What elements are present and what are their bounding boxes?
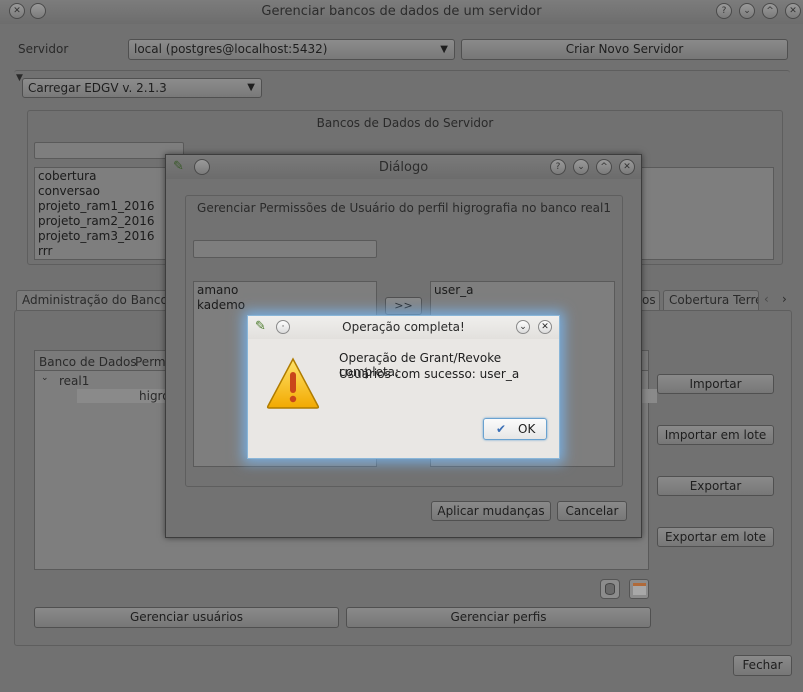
messagebox-title: Operação completa! [342,320,465,334]
chevron-right-icon[interactable]: › [782,292,787,306]
chevron-left-icon[interactable]: ‹ [764,292,769,306]
database-icon[interactable] [600,579,620,599]
close-icon[interactable]: ✕ [619,159,635,175]
close-icon[interactable]: ✕ [538,320,552,334]
databases-title: Bancos de Dados do Servidor [316,116,494,130]
table-settings-icon[interactable] [629,579,649,599]
minimize-icon[interactable]: ⌄ [573,159,589,175]
server-select[interactable]: local (postgres@localhost:5432) ▼ [128,39,455,60]
dialog-heading: Gerenciar Permissões de Usuário do perfi… [197,201,611,215]
user-filter-input[interactable] [193,240,377,258]
list-item[interactable]: user_a [434,283,611,298]
dialog-title: Diálogo [378,160,429,175]
move-right-button[interactable]: >> [385,297,422,315]
cancel-button[interactable]: Cancelar [557,501,627,521]
ok-button[interactable]: ✔ OK [483,418,547,440]
minimize-icon[interactable]: ⌄ [739,3,755,19]
expand-arrow-icon[interactable]: ⌄ [41,373,49,383]
manage-users-button[interactable]: Gerenciar usuários [34,607,339,628]
help-icon[interactable]: ? [550,159,566,175]
server-label: Servidor [18,42,69,56]
help-icon[interactable]: ? [716,3,732,19]
server-select-value: local (postgres@localhost:5432) [134,42,328,56]
import-batch-button[interactable]: Importar em lote [657,425,774,445]
warning-icon [266,357,320,409]
message-line-2: Usuários com sucesso: user_a [339,367,520,381]
minimize-icon[interactable]: ⌄ [516,320,530,334]
ok-button-label: OK [518,422,536,436]
checkmark-icon: ✔ [496,422,507,436]
tab-cobertura[interactable]: Cobertura Terres [663,290,759,310]
operation-complete-messagebox: ✎ · Operação completa! ⌄ ✕ Operação de G… [247,315,560,459]
close-button[interactable]: Fechar [733,655,792,676]
maximize-icon[interactable]: ^ [596,159,612,175]
tree-column-permission[interactable]: Perm [135,355,166,369]
close-icon[interactable]: ✕ [785,3,801,19]
list-item[interactable]: kademo [197,298,373,313]
database-filter-input[interactable] [34,142,184,159]
export-button[interactable]: Exportar [657,476,774,496]
create-server-button[interactable]: Criar Novo Servidor [461,39,788,60]
list-item[interactable]: amano [197,283,373,298]
import-button[interactable]: Importar [657,374,774,394]
tree-column-database[interactable]: Banco de Dados [39,355,137,369]
tab-administracao[interactable]: Administração do Banco de [16,290,176,310]
apply-changes-button[interactable]: Aplicar mudanças [431,501,551,521]
chevron-down-icon: ▼ [440,44,448,55]
tree-root-item[interactable]: real1 [59,374,89,388]
export-batch-button[interactable]: Exportar em lote [657,527,774,547]
window-title: Gerenciar bancos de dados de um servidor [261,4,542,19]
manage-profiles-button[interactable]: Gerenciar perfis [346,607,651,628]
maximize-icon[interactable]: ^ [762,3,778,19]
